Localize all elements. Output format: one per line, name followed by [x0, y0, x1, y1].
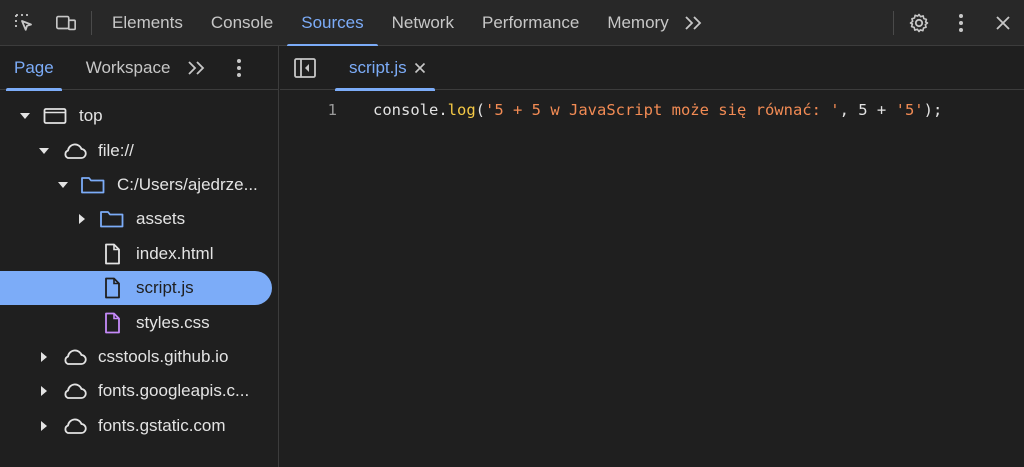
- expand-arrow-right-icon[interactable]: [37, 350, 51, 364]
- tab-memory[interactable]: Memory: [593, 0, 682, 46]
- tree-item-index-html[interactable]: index.html: [0, 237, 278, 271]
- tree-item-users-folder[interactable]: C:/Users/ajedrze...: [0, 168, 278, 202]
- tree-item-label: C:/Users/ajedrze...: [117, 174, 258, 194]
- tab-network[interactable]: Network: [378, 0, 468, 46]
- code-token-object: console.: [373, 101, 448, 119]
- code-token-operator: , 5 +: [839, 101, 896, 119]
- tab-script-js[interactable]: script.js: [329, 46, 435, 91]
- expand-arrow-down-icon[interactable]: [56, 178, 70, 192]
- cloud-icon: [61, 346, 87, 368]
- tree-item-fonts-gstatic[interactable]: fonts.gstatic.com: [0, 409, 278, 443]
- tree-item-csstools[interactable]: csstools.github.io: [0, 340, 278, 374]
- expand-arrow-right-icon[interactable]: [37, 419, 51, 433]
- cloud-icon: [61, 140, 87, 162]
- devtools-toolbar: Elements Console Sources Network Perform…: [0, 0, 1024, 47]
- tree-item-file-origin[interactable]: file://: [0, 133, 278, 167]
- code-token-paren: (: [475, 101, 485, 119]
- tree-item-label: file://: [98, 140, 134, 160]
- tree-item-label: fonts.googleapis.c...: [98, 381, 250, 401]
- tree-item-label: fonts.gstatic.com: [98, 415, 226, 435]
- expand-arrow-down-icon[interactable]: [18, 109, 32, 123]
- customize-menu-icon[interactable]: [950, 12, 972, 34]
- file-icon: [99, 243, 125, 265]
- navigator-menu-icon[interactable]: [228, 57, 250, 79]
- tree-item-fonts-googleapis[interactable]: fonts.googleapis.c...: [0, 374, 278, 408]
- device-toolbar-icon[interactable]: [55, 12, 77, 34]
- cloud-icon: [61, 415, 87, 437]
- code-token-string: '5 + 5 w JavaScript może się równać: ': [485, 101, 840, 119]
- editor-tab-strip: script.js: [280, 46, 1024, 91]
- tab-performance[interactable]: Performance: [468, 0, 593, 46]
- tab-elements[interactable]: Elements: [98, 0, 197, 46]
- more-tabs-icon[interactable]: [683, 12, 705, 34]
- code-source[interactable]: console.log('5 + 5 w JavaScript może się…: [373, 101, 942, 119]
- tab-page[interactable]: Page: [0, 46, 68, 91]
- expand-arrow-right-icon[interactable]: [37, 384, 51, 398]
- expand-arrow-right-icon[interactable]: [75, 212, 89, 226]
- cloud-icon: [61, 380, 87, 402]
- close-devtools-icon[interactable]: [992, 12, 1014, 34]
- code-editor-panel: script.js 1 console.log('5 + 5 w JavaScr…: [280, 46, 1024, 467]
- folder-icon: [99, 208, 125, 230]
- code-token-string: '5': [895, 101, 924, 119]
- tab-workspace[interactable]: Workspace: [68, 46, 185, 90]
- code-token-function: log: [447, 101, 476, 119]
- editor-tab-label: script.js: [349, 57, 407, 77]
- tree-item-styles-css[interactable]: styles.css: [0, 305, 278, 339]
- expand-arrow-down-icon[interactable]: [37, 144, 51, 158]
- more-navigator-tabs-icon[interactable]: [186, 57, 208, 79]
- tree-item-top[interactable]: top: [0, 99, 278, 133]
- inspect-element-icon[interactable]: [13, 12, 35, 34]
- folder-icon: [80, 174, 106, 196]
- tree-item-label: script.js: [136, 278, 194, 298]
- navigator-tabs: Page Workspace: [0, 46, 278, 91]
- tree-item-label: index.html: [136, 243, 214, 263]
- file-icon: [99, 277, 125, 299]
- settings-gear-icon[interactable]: [908, 12, 930, 34]
- tree-item-label: csstools.github.io: [98, 346, 229, 366]
- toolbar-divider: [91, 10, 92, 35]
- code-area[interactable]: 1 console.log('5 + 5 w JavaScript może s…: [280, 90, 1024, 122]
- frame-icon: [42, 105, 68, 127]
- tree-item-script-js[interactable]: script.js: [0, 270, 272, 306]
- tree-item-label: styles.css: [136, 312, 210, 332]
- tree-item-assets[interactable]: assets: [0, 202, 278, 236]
- tree-item-label: assets: [136, 209, 186, 229]
- css-file-icon: [99, 312, 125, 334]
- close-tab-icon[interactable]: [413, 61, 427, 75]
- toggle-navigator-icon[interactable]: [293, 57, 317, 79]
- sources-navigator: Page Workspace top file:// C:/Users/ajed…: [0, 46, 279, 467]
- code-token-paren: );: [923, 101, 943, 119]
- tab-console[interactable]: Console: [197, 0, 287, 46]
- file-tree: top file:// C:/Users/ajedrze... assets i…: [0, 90, 278, 443]
- tab-sources[interactable]: Sources: [287, 0, 379, 47]
- toolbar-divider-right: [893, 10, 894, 35]
- tree-item-label: top: [79, 106, 103, 126]
- line-number[interactable]: 1: [280, 101, 337, 119]
- code-line: 1 console.log('5 + 5 w JavaScript może s…: [280, 98, 1024, 122]
